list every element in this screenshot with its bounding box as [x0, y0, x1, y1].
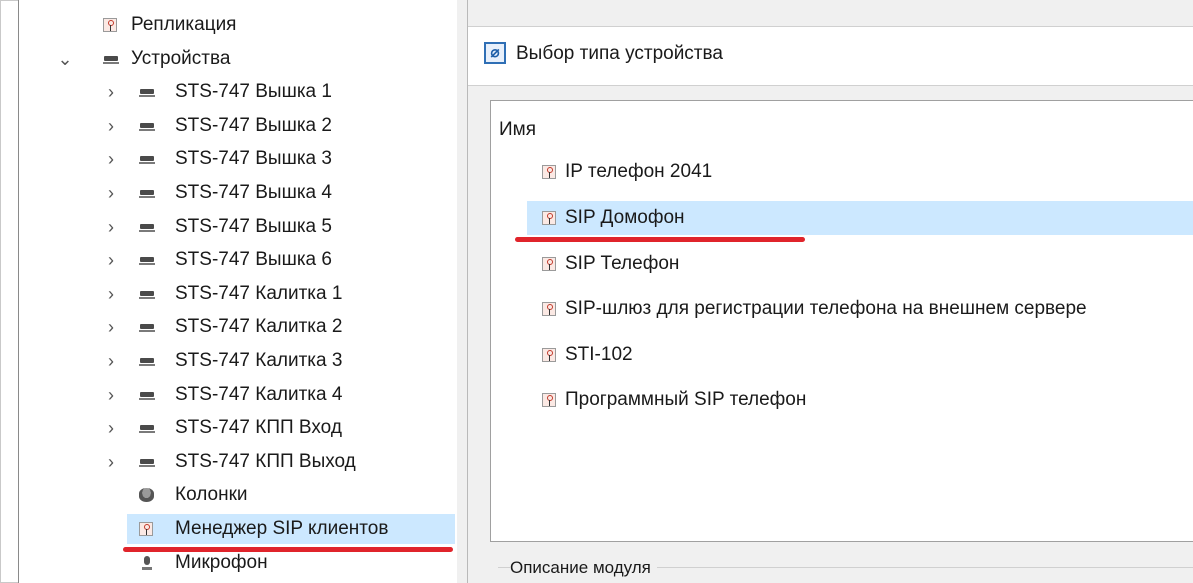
device-type-icon: ⌀	[484, 42, 506, 64]
tree-item[interactable]: › STS-747 Вышка 5	[19, 212, 455, 242]
tree-item-label: STS-747 КПП Выход	[175, 451, 356, 472]
sip-manager-icon	[103, 18, 119, 32]
tree-item-label: Менеджер SIP клиентов	[175, 518, 389, 539]
tree-item[interactable]: Репликация	[19, 10, 455, 40]
tree-item[interactable]: › STS-747 Вышка 2	[19, 111, 455, 141]
tree-item-label: STS-747 Калитка 4	[175, 384, 343, 405]
device-icon	[139, 320, 155, 334]
sip-device-icon	[542, 348, 556, 362]
description-group-label: Описание модуля	[510, 557, 657, 579]
collapse-arrow-icon[interactable]: ›	[101, 312, 121, 342]
tree-item-label: STS-747 Вышка 6	[175, 249, 332, 270]
sip-device-icon	[542, 393, 556, 407]
device-icon	[139, 388, 155, 402]
tree-item[interactable]: › STS-747 КПП Вход	[19, 413, 455, 443]
device-icon	[139, 421, 155, 435]
tree-item-label: STS-747 Вышка 1	[175, 81, 332, 102]
tree-item[interactable]: › STS-747 Калитка 3	[19, 346, 455, 376]
collapse-arrow-icon[interactable]: ›	[101, 245, 121, 275]
speaker-icon	[139, 488, 155, 502]
device-type-label: Программный SIP телефон	[565, 389, 807, 410]
device-type-item[interactable]: SIP Телефон	[527, 247, 1193, 281]
tree-item-label: STS-747 Вышка 2	[175, 115, 332, 136]
tree-item[interactable]: Менеджер SIP клиентов	[127, 514, 455, 544]
device-type-item[interactable]: SIP-шлюз для регистрации телефона на вне…	[527, 292, 1193, 326]
tree-item[interactable]: ⌄ Устройства	[19, 44, 455, 74]
dialog-title: Выбор типа устройства	[516, 43, 723, 64]
dialog-titlebar: ⌀ Выбор типа устройства	[468, 26, 1193, 86]
tree-item[interactable]: › STS-747 Вышка 4	[19, 178, 455, 208]
device-type-dialog: ⌀ Выбор типа устройства Имя IP телефон 2…	[467, 0, 1193, 583]
tree-item[interactable]: › STS-747 Калитка 4	[19, 380, 455, 410]
collapse-arrow-icon[interactable]: ›	[101, 447, 121, 477]
tree-item[interactable]: › STS-747 КПП Выход	[19, 447, 455, 477]
device-icon	[139, 455, 155, 469]
tree-item-label: STS-747 Калитка 3	[175, 350, 343, 371]
dialog-top-strip	[468, 0, 1193, 26]
column-header-name[interactable]: Имя	[499, 117, 536, 143]
device-type-item[interactable]: IP телефон 2041	[527, 155, 1193, 189]
device-icon	[139, 287, 155, 301]
device-icon	[139, 220, 155, 234]
collapse-arrow-icon[interactable]: ›	[101, 178, 121, 208]
tree-item-label: STS-747 Калитка 2	[175, 316, 343, 337]
device-icon	[139, 85, 155, 99]
tree-item[interactable]: › STS-747 Вышка 1	[19, 77, 455, 107]
collapse-arrow-icon[interactable]: ›	[101, 413, 121, 443]
sip-manager-icon	[139, 522, 155, 536]
tree-item[interactable]: › STS-747 Калитка 2	[19, 312, 455, 342]
tree-item-label: Колонки	[175, 484, 248, 505]
device-icon	[139, 119, 155, 133]
tree-item[interactable]: › STS-747 Вышка 3	[19, 144, 455, 174]
tree-item-label: Репликация	[131, 14, 237, 35]
device-icon	[139, 354, 155, 368]
annotation-underline-sip-intercom	[515, 237, 805, 242]
tree-item-label: STS-747 Вышка 4	[175, 182, 332, 203]
microphone-icon	[139, 556, 155, 570]
device-type-item[interactable]: Программный SIP телефон	[527, 383, 1193, 417]
tree-item[interactable]: › STS-747 Калитка 1	[19, 279, 455, 309]
collapse-arrow-icon[interactable]: ›	[101, 380, 121, 410]
tree-item-label: STS-747 Вышка 3	[175, 148, 332, 169]
device-group-icon	[103, 52, 119, 66]
device-type-list[interactable]: Имя IP телефон 2041 SIP Домофон SIP Телефо…	[490, 100, 1193, 542]
sip-device-icon	[542, 302, 556, 316]
collapse-arrow-icon[interactable]: ›	[101, 111, 121, 141]
tree-item-label: STS-747 Калитка 1	[175, 283, 343, 304]
collapse-arrow-icon[interactable]: ›	[101, 212, 121, 242]
device-type-label: SIP Домофон	[565, 207, 685, 228]
tree-item-label: Устройства	[131, 48, 231, 69]
expand-arrow-icon[interactable]: ⌄	[55, 44, 75, 74]
tree-item-label: Микрофон	[175, 552, 268, 573]
device-type-label: SIP Телефон	[565, 253, 680, 274]
device-type-label: IP телефон 2041	[565, 161, 713, 182]
device-icon	[139, 253, 155, 267]
device-tree-panel: Репликация ⌄ Устройства › STS-747 Вышка 1 › ST…	[18, 0, 458, 583]
tree-item-label: STS-747 Вышка 5	[175, 216, 332, 237]
tree-item[interactable]: Колонки	[19, 480, 455, 510]
collapse-arrow-icon[interactable]: ›	[101, 77, 121, 107]
tree-item[interactable]: Микрофон	[19, 548, 455, 578]
device-type-label: SIP-шлюз для регистрации телефона на вне…	[565, 298, 1087, 319]
tree-item-label: STS-747 КПП Вход	[175, 417, 342, 438]
device-type-item[interactable]: STI-102	[527, 338, 1193, 372]
sip-device-icon	[542, 165, 556, 179]
sip-device-icon	[542, 211, 556, 225]
device-icon	[139, 186, 155, 200]
device-type-label: STI-102	[565, 344, 633, 365]
collapse-arrow-icon[interactable]: ›	[101, 144, 121, 174]
collapse-arrow-icon[interactable]: ›	[101, 346, 121, 376]
collapse-arrow-icon[interactable]: ›	[101, 279, 121, 309]
device-icon	[139, 152, 155, 166]
sip-device-icon	[542, 257, 556, 271]
device-type-item[interactable]: SIP Домофон	[527, 201, 1193, 235]
splitter[interactable]	[457, 0, 467, 583]
tree-item[interactable]: › STS-747 Вышка 6	[19, 245, 455, 275]
